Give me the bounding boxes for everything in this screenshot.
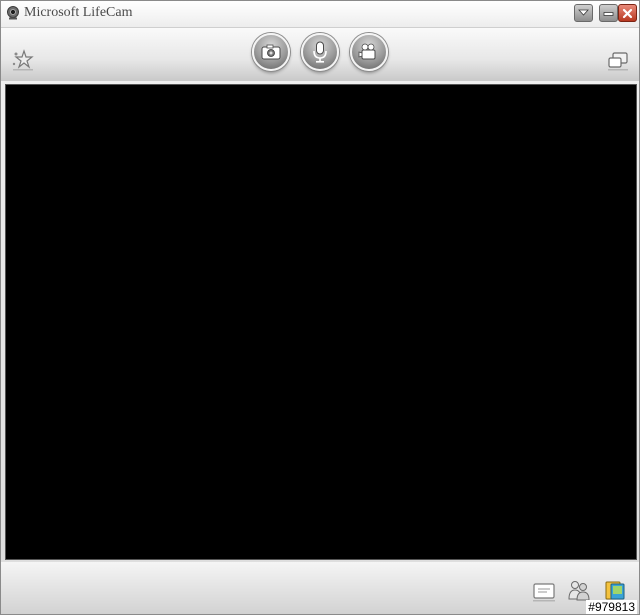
- microphone-icon: [313, 41, 327, 63]
- take-photo-button[interactable]: [252, 33, 290, 71]
- record-video-button[interactable]: [350, 33, 388, 71]
- record-audio-button[interactable]: [301, 33, 339, 71]
- capture-toolbar: [1, 28, 639, 81]
- title-bar[interactable]: Microsoft LifeCam: [1, 1, 639, 28]
- minimize-icon: [603, 12, 614, 16]
- bottom-bar: [1, 562, 639, 614]
- close-icon: [622, 8, 633, 18]
- webcam-icon: [7, 6, 19, 20]
- compact-view-icon[interactable]: [607, 51, 629, 71]
- options-dropdown-button[interactable]: [574, 4, 593, 22]
- video-preview[interactable]: [5, 84, 637, 560]
- lifecam-window: Microsoft LifeCam: [0, 0, 640, 615]
- effects-star-icon[interactable]: [11, 49, 35, 71]
- message-icon[interactable]: [531, 579, 557, 603]
- watermark-text: #979813: [586, 600, 637, 614]
- chevron-down-icon: [578, 9, 589, 16]
- minimize-button[interactable]: [599, 4, 618, 22]
- video-camera-icon: [358, 43, 376, 60]
- camera-icon: [261, 44, 281, 60]
- window-title: Microsoft LifeCam: [24, 5, 133, 20]
- close-button[interactable]: [618, 4, 637, 22]
